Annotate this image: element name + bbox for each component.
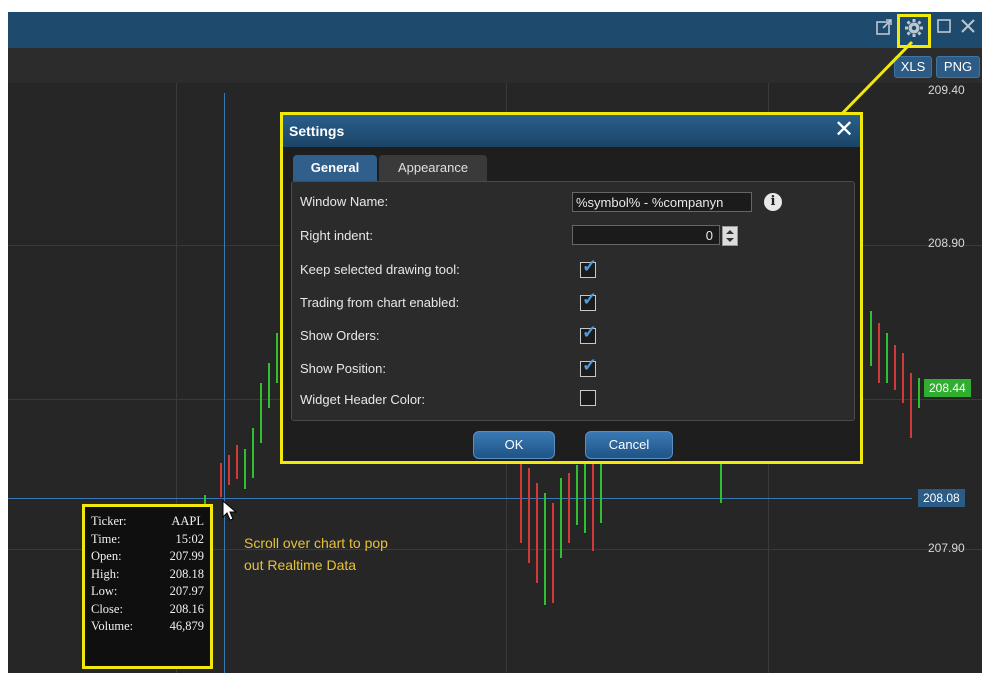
settings-dialog: Settings ✕ General Appearance Window Nam…	[280, 112, 863, 464]
data-key: Time:	[91, 531, 121, 546]
checkbox-label: Show Position:	[300, 361, 386, 376]
dialog-close-icon[interactable]: ✕	[832, 117, 856, 143]
candle	[720, 463, 722, 503]
check-icon: ✓	[582, 289, 598, 309]
right-indent-input[interactable]: 0	[572, 225, 720, 245]
general-settings-panel: Window Name: %symbol% - %companyn i Righ…	[291, 181, 855, 421]
candle	[252, 428, 254, 478]
candle	[568, 473, 570, 543]
mouse-cursor-icon	[222, 500, 238, 521]
cancel-button[interactable]: Cancel	[585, 431, 673, 459]
data-row: Ticker: AAPL	[91, 513, 204, 531]
annotation-text: Scroll over chart to pop out Realtime Da…	[244, 532, 388, 576]
popout-icon[interactable]	[873, 18, 895, 40]
candle	[268, 363, 270, 408]
checkbox-label: Show Orders:	[300, 328, 380, 343]
candle	[552, 503, 554, 603]
price-axis-label: 208.90	[928, 236, 965, 250]
price-axis-label: 209.40	[928, 83, 965, 97]
candle	[576, 465, 578, 525]
check-icon: ✓	[582, 355, 598, 375]
candle	[870, 311, 872, 366]
price-axis-label: 207.90	[928, 541, 965, 555]
checkbox-label: Keep selected drawing tool:	[300, 262, 460, 277]
dialog-title: Settings	[283, 115, 860, 147]
data-row: Volume: 46,879	[91, 618, 204, 636]
data-row: Time: 15:02	[91, 531, 204, 549]
data-row: Open: 207.99	[91, 548, 204, 566]
data-row: Low: 207.97	[91, 583, 204, 601]
close-icon[interactable]	[957, 18, 979, 40]
tab-appearance[interactable]: Appearance	[379, 155, 487, 181]
candle	[260, 383, 262, 443]
candle	[918, 378, 920, 408]
data-key: Open:	[91, 549, 122, 563]
data-value: 15:02	[175, 531, 204, 546]
chart-widget: XLS PNG 209.40 208.90 207.90 208.44 208.…	[0, 0, 982, 673]
crosshair-vertical	[224, 93, 225, 673]
candle	[560, 478, 562, 558]
data-key: Volume:	[91, 619, 134, 633]
data-key: Close:	[91, 601, 123, 616]
data-key: High:	[91, 566, 120, 581]
widget-header-color-checkbox[interactable]	[580, 390, 596, 406]
realtime-data-popup: Ticker: AAPL Time: 15:02 Open: 207.99 High:…	[82, 504, 213, 669]
candle	[536, 483, 538, 583]
window-name-label: Window Name:	[300, 194, 389, 209]
data-key: Low:	[91, 584, 118, 598]
ok-button[interactable]: OK	[473, 431, 555, 459]
check-icon: ✓	[582, 256, 598, 276]
candle	[902, 353, 904, 403]
candle	[544, 493, 546, 605]
data-value: 207.99	[169, 549, 204, 563]
candle	[276, 333, 278, 383]
show-position-checkbox[interactable]: ✓	[580, 356, 597, 377]
check-icon: ✓	[582, 322, 598, 342]
candle	[236, 445, 238, 479]
candle	[528, 468, 530, 563]
trading-from-chart-checkbox[interactable]: ✓	[580, 290, 597, 311]
candle	[886, 333, 888, 383]
crosshair-horizontal	[8, 498, 912, 499]
crosshair-price-badge: 208.08	[918, 489, 965, 507]
checkbox-label: Widget Header Color:	[300, 392, 425, 407]
last-price-badge: 208.44	[924, 379, 971, 397]
checkbox-label: Trading from chart enabled:	[300, 295, 460, 310]
candle	[228, 455, 230, 485]
info-icon[interactable]: i	[764, 193, 782, 211]
tab-general[interactable]: General	[293, 155, 377, 181]
window-name-input[interactable]: %symbol% - %companyn	[572, 192, 752, 212]
data-row: Close: 208.16	[91, 601, 204, 619]
right-indent-label: Right indent:	[300, 228, 373, 243]
maximize-icon[interactable]	[933, 18, 955, 40]
annotation-line: Scroll over chart to pop	[244, 535, 388, 551]
candle	[220, 463, 222, 497]
keep-drawing-tool-checkbox[interactable]: ✓	[580, 257, 597, 278]
annotation-line: out Realtime Data	[244, 557, 357, 573]
candle	[520, 463, 522, 543]
right-indent-stepper[interactable]	[722, 226, 738, 246]
candle	[910, 373, 912, 438]
data-value: 208.18	[169, 566, 204, 581]
data-value: 207.97	[169, 584, 204, 598]
candle	[600, 463, 602, 523]
candle	[244, 449, 246, 489]
data-key: Ticker:	[91, 514, 127, 528]
data-row: High: 208.18	[91, 566, 204, 584]
candle	[592, 461, 594, 551]
candle	[894, 345, 896, 390]
export-png-button[interactable]: PNG	[936, 56, 980, 78]
show-orders-checkbox[interactable]: ✓	[580, 323, 597, 344]
data-value: AAPL	[171, 514, 204, 528]
data-value: 208.16	[169, 601, 204, 616]
data-value: 46,879	[169, 619, 204, 633]
candle	[878, 323, 880, 383]
candle	[584, 463, 586, 533]
